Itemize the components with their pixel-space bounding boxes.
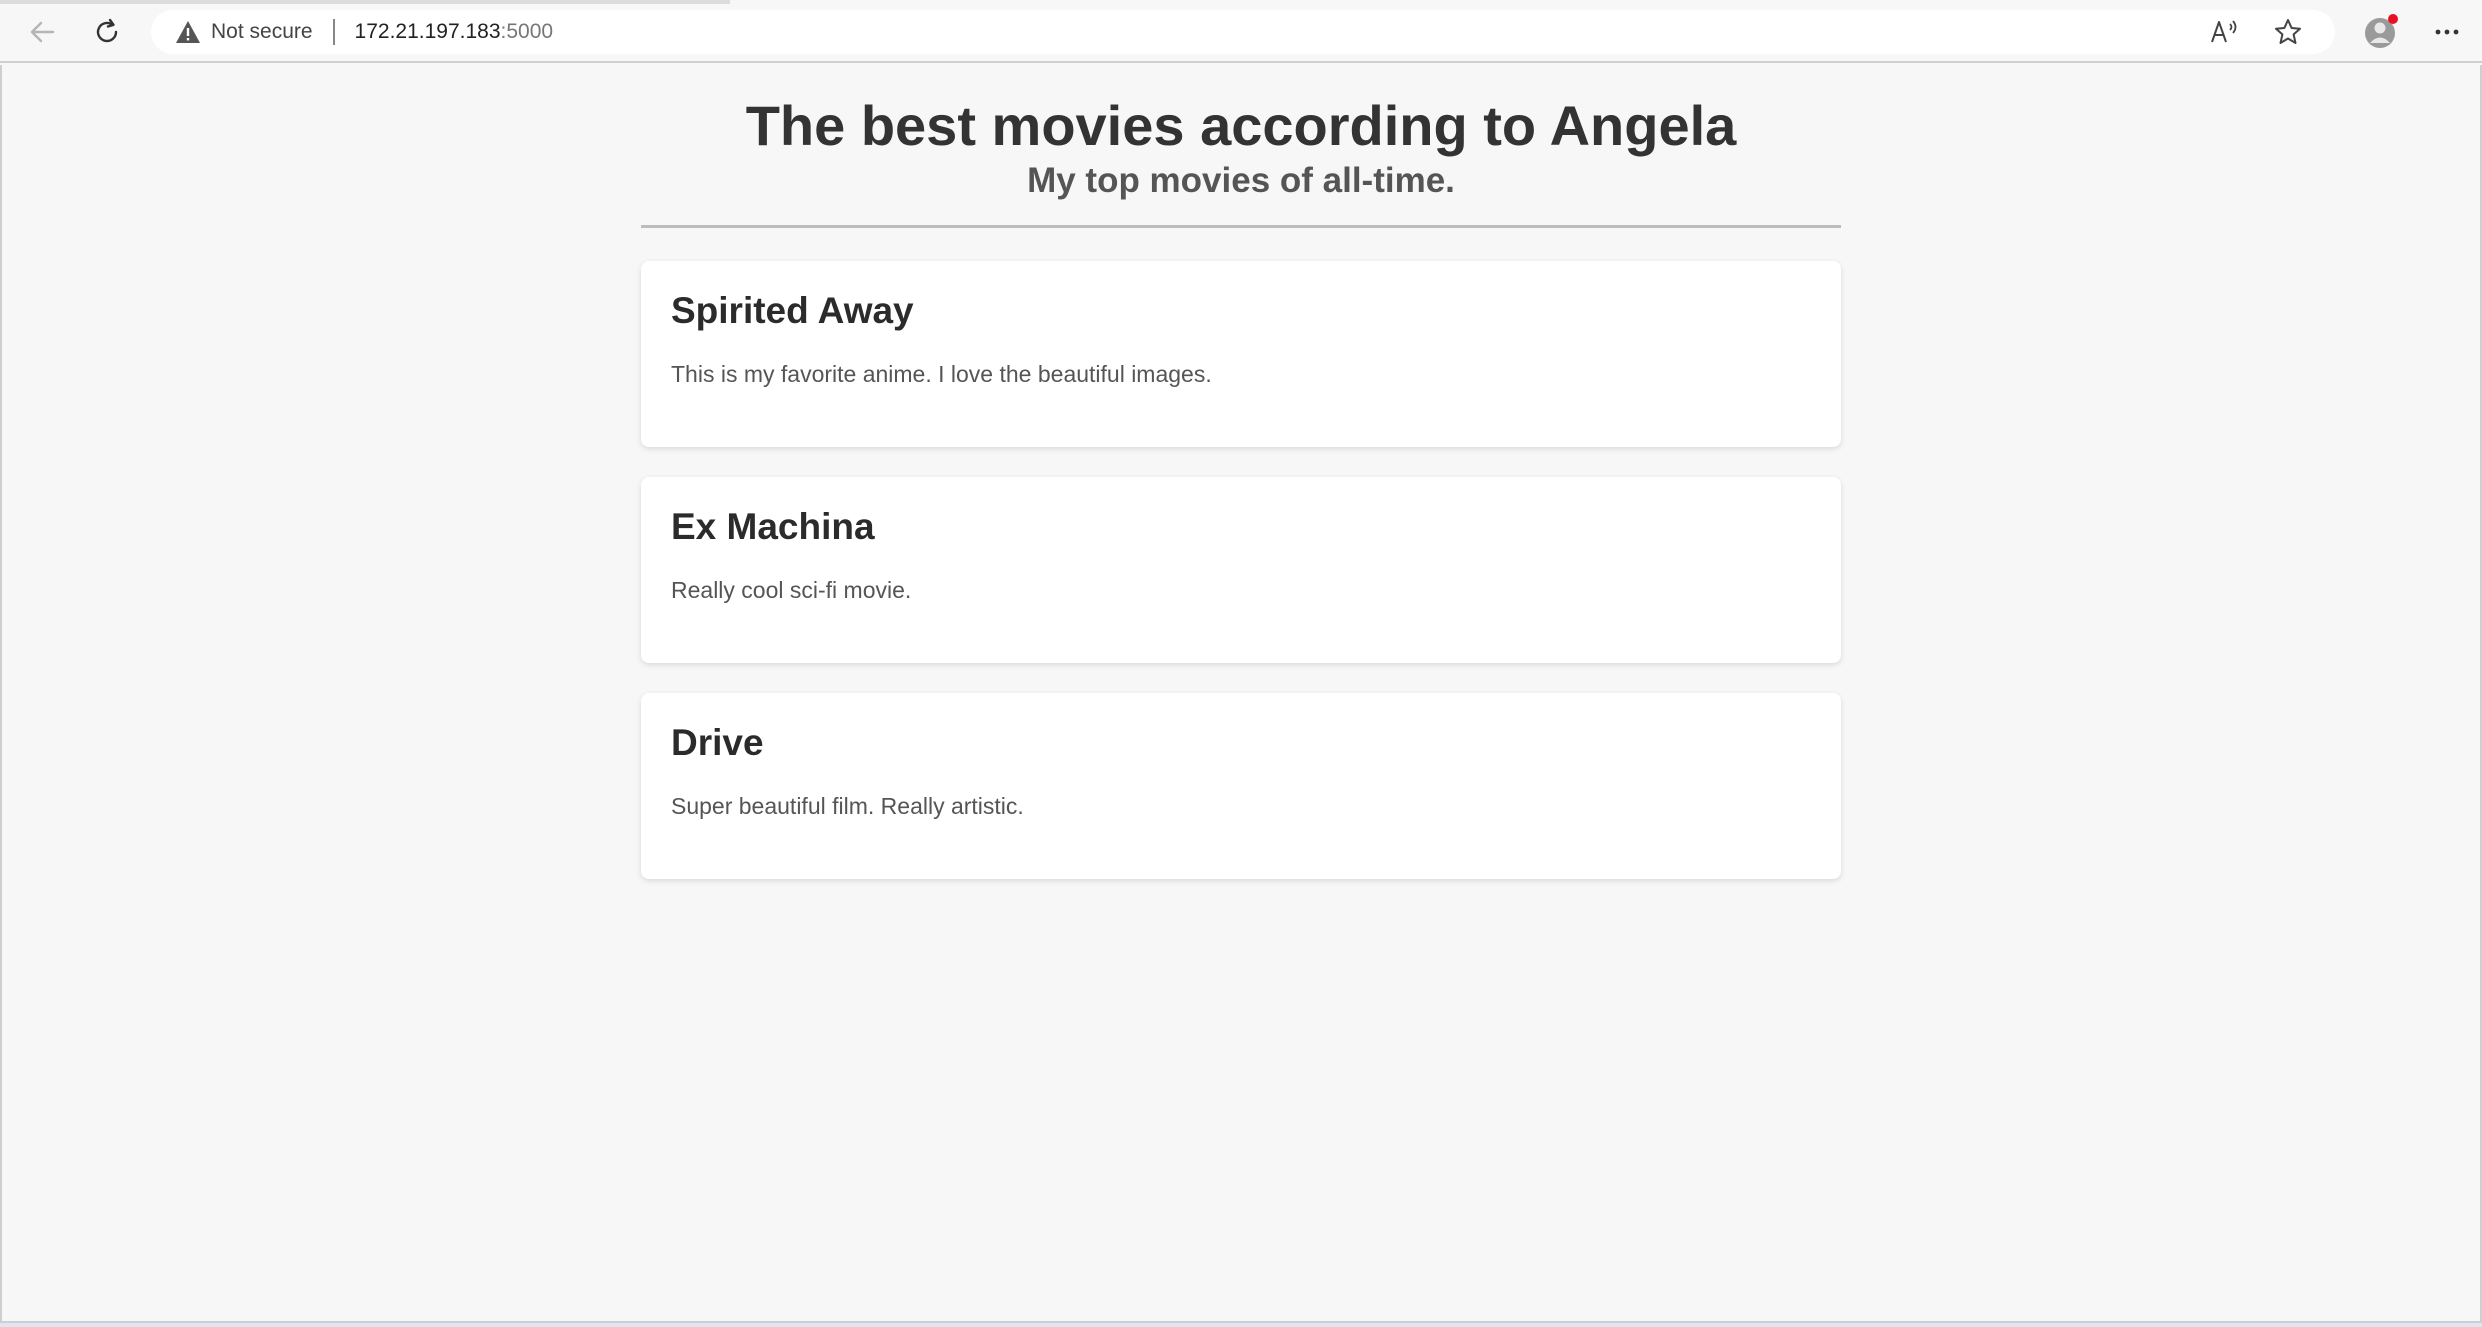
refresh-button[interactable]	[89, 14, 125, 50]
movie-card: Ex Machina Really cool sci-fi movie.	[641, 477, 1841, 663]
browser-toolbar: Not secure 172.21.197.183:5000	[0, 0, 2482, 63]
read-aloud-button[interactable]	[2209, 10, 2239, 54]
url-host: 172.21.197.183	[354, 20, 501, 43]
profile-button[interactable]	[2362, 10, 2400, 54]
movie-card: Drive Super beautiful film. Really artis…	[641, 693, 1841, 879]
notification-dot	[2388, 14, 2398, 24]
read-aloud-icon	[2211, 20, 2237, 43]
active-tab-strip	[0, 0, 730, 4]
page-header: The best movies according to Angela My t…	[2, 93, 2480, 203]
window-bottom-border	[0, 1321, 2482, 1327]
address-divider	[332, 19, 335, 45]
profile-icon	[2365, 14, 2398, 48]
back-button[interactable]	[24, 14, 60, 50]
more-icon	[2435, 29, 2459, 35]
warning-icon	[176, 21, 200, 43]
refresh-icon	[96, 18, 118, 43]
back-icon	[30, 21, 55, 43]
header-divider	[641, 225, 1841, 228]
movie-card: Spirited Away This is my favorite anime.…	[641, 261, 1841, 447]
address-bar[interactable]: Not secure 172.21.197.183:5000	[151, 10, 2335, 54]
url-port: :5000	[500, 20, 554, 43]
more-menu-button[interactable]	[2432, 10, 2462, 54]
movie-description: Really cool sci-fi movie.	[671, 577, 912, 603]
movie-title: Drive	[671, 722, 764, 763]
favorite-button[interactable]	[2273, 10, 2303, 54]
movie-description: Super beautiful film. Really artistic.	[671, 793, 1024, 819]
movie-title: Spirited Away	[671, 290, 914, 331]
favorite-star-icon	[2275, 19, 2301, 44]
page-content: The best movies according to Angela My t…	[0, 65, 2482, 1323]
security-label[interactable]: Not secure	[211, 20, 313, 44]
movie-description: This is my favorite anime. I love the be…	[671, 361, 1212, 387]
page-title: The best movies according to Angela	[745, 94, 1737, 157]
movie-title: Ex Machina	[671, 506, 875, 547]
page-subtitle: My top movies of all-time.	[1027, 161, 1455, 200]
